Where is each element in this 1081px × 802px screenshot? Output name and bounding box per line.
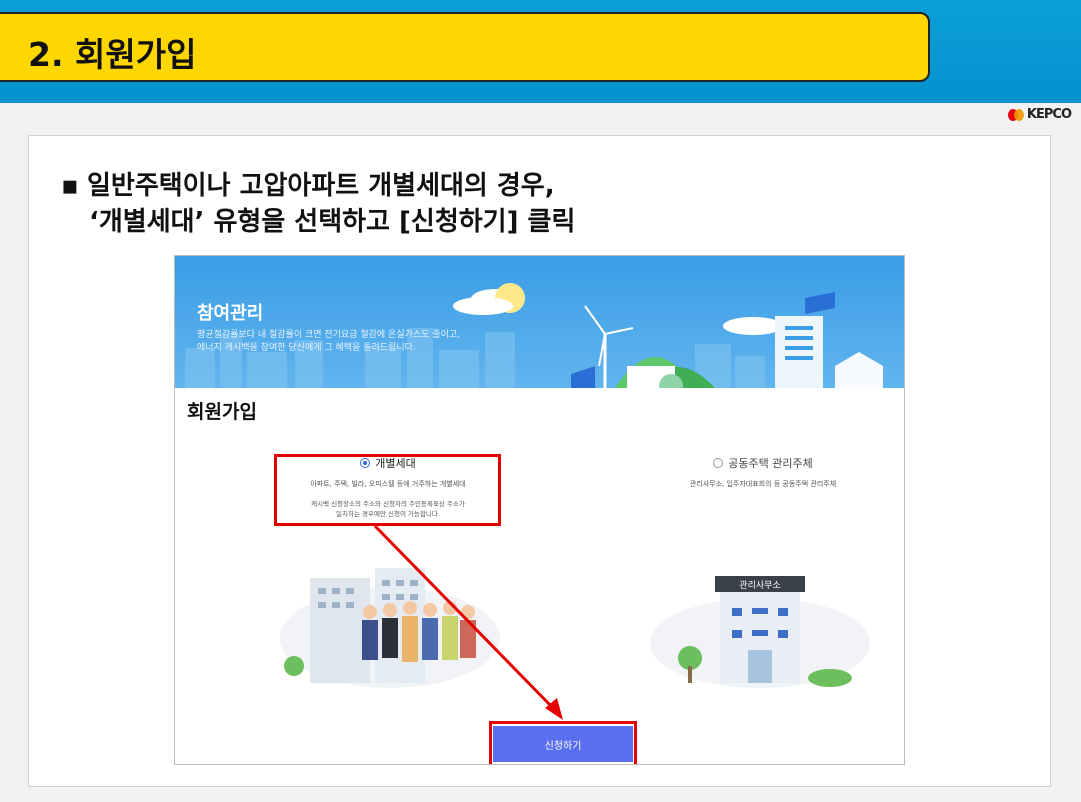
option-apartment-management[interactable]: 공동주택 관리주체 관리사무소, 입주자대표회의 등 공동주택 관리주체 xyxy=(618,455,904,489)
slide-title-box: 2. 회원가입 xyxy=(0,12,930,82)
office-sign: 관리사무소 xyxy=(739,580,780,591)
instruction-line-2: ‘개별세대’ 유형을 선택하고 [신청하기] 클릭 xyxy=(89,207,576,237)
instruction-line-1: 일반주택이나 고압아파트 개별세대의 경우, xyxy=(87,171,555,201)
bullet-icon: ▪ xyxy=(61,171,79,201)
banner-title: 참여관리 xyxy=(197,303,264,324)
apartment-residents-illustration xyxy=(280,568,500,688)
instruction-text: ▪ 일반주택이나 고압아파트 개별세대의 경우, ‘개별세대’ 유형을 선택하고 … xyxy=(61,168,575,240)
banner-description: 평균절감률보다 내 절감률이 크면 전기요금 절감에 온실가스도 줄이고, 에너… xyxy=(197,329,460,355)
kepco-logo-text: KEPCO xyxy=(1026,107,1072,122)
cityscape-illustration xyxy=(185,283,883,388)
signup-title: 회원가입 xyxy=(187,401,257,423)
option-management-desc: 관리사무소, 입주자대표회의 등 공동주택 관리주체 xyxy=(689,480,837,488)
slide-title: 2. 회원가입 xyxy=(28,35,197,74)
radio-management-unselected[interactable] xyxy=(713,458,724,468)
highlight-box-individual xyxy=(274,454,501,526)
header-bar: 2. 회원가입 xyxy=(0,0,1081,103)
website-screenshot: 참여관리 평균절감률보다 내 절감률이 크면 전기요금 절감에 온실가스도 줄이… xyxy=(174,255,905,765)
kepco-logo: KEPCO xyxy=(1007,107,1072,122)
kepco-logo-icon xyxy=(1007,108,1024,121)
banner-desc-line-1: 평균절감률보다 내 절감률이 크면 전기요금 절감에 온실가스도 줄이고, xyxy=(197,330,461,340)
participation-banner: 참여관리 평균절감률보다 내 절감률이 크면 전기요금 절감에 온실가스도 줄이… xyxy=(175,256,904,388)
option-management-label: 공동주택 관리주체 xyxy=(728,457,813,470)
banner-desc-line-2: 에너지 캐시백을 참여한 당신에게 그 혜택을 돌려드립니다. xyxy=(197,343,416,353)
management-office-illustration: 관리사무소 xyxy=(650,576,870,688)
highlight-box-apply xyxy=(489,721,637,764)
content-panel: ▪ 일반주택이나 고압아파트 개별세대의 경우, ‘개별세대’ 유형을 선택하고 … xyxy=(28,135,1051,787)
